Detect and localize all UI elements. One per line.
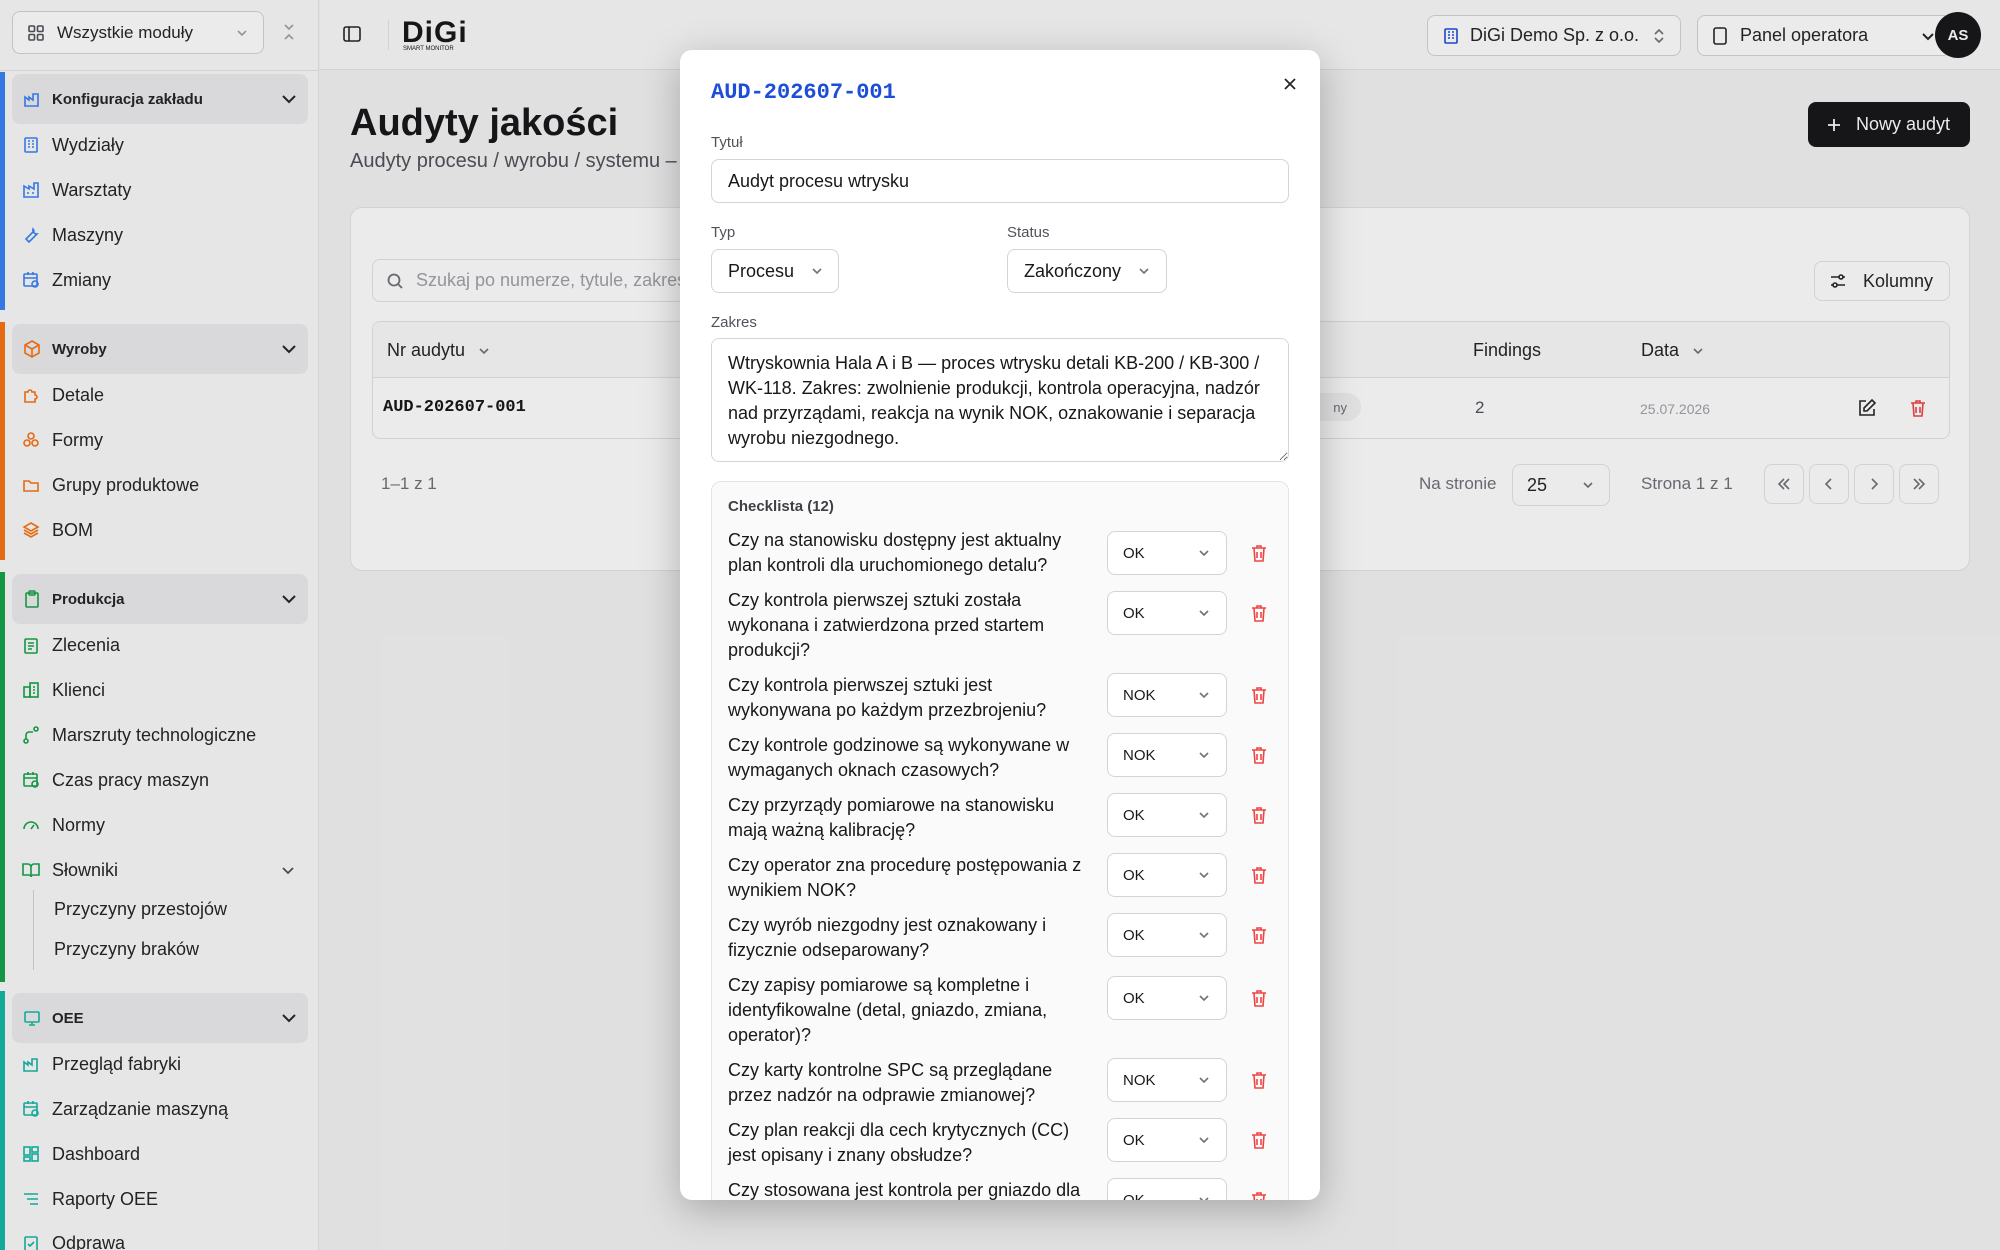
chevron-down-icon xyxy=(1197,546,1211,560)
trash-icon xyxy=(1250,1070,1268,1090)
result-value: NOK xyxy=(1123,686,1156,704)
result-value: NOK xyxy=(1123,746,1156,764)
checklist-panel: Checklista (12) Czy na stanowisku dostęp… xyxy=(711,481,1289,1200)
status-value: Zakończony xyxy=(1024,260,1122,281)
delete-item-button[interactable] xyxy=(1250,805,1268,825)
delete-item-button[interactable] xyxy=(1250,988,1268,1008)
delete-item-button[interactable] xyxy=(1250,685,1268,705)
modal-title: AUD-202607-001 xyxy=(711,80,896,105)
chevron-down-icon xyxy=(1197,688,1211,702)
checklist-question: Czy kontrola pierwszej sztuki jest wykon… xyxy=(728,675,1047,720)
trash-icon xyxy=(1250,865,1268,885)
scope-textarea[interactable]: Wtryskownia Hala A i B — proces wtrysku … xyxy=(711,338,1289,462)
checklist-question: Czy operator zna procedurę postępowania … xyxy=(728,855,1082,900)
audit-modal: AUD-202607-001 Tytuł Typ Procesu Status … xyxy=(680,50,1320,1200)
checklist-result-select[interactable]: NOK xyxy=(1107,733,1227,777)
checklist-result-select[interactable]: NOK xyxy=(1107,1058,1227,1102)
delete-item-button[interactable] xyxy=(1250,865,1268,885)
result-value: OK xyxy=(1123,1191,1145,1201)
trash-icon xyxy=(1250,745,1268,765)
status-select[interactable]: Zakończony xyxy=(1007,249,1167,293)
checklist-result-select[interactable]: OK xyxy=(1107,591,1227,635)
result-value: OK xyxy=(1123,926,1145,944)
trash-icon xyxy=(1250,1130,1268,1150)
title-label: Tytuł xyxy=(711,134,743,151)
delete-item-button[interactable] xyxy=(1250,1190,1268,1200)
trash-icon xyxy=(1250,603,1268,623)
trash-icon xyxy=(1250,925,1268,945)
checklist-question: Czy zapisy pomiarowe są kompletne i iden… xyxy=(728,975,1048,1045)
checklist-title: Checklista (12) xyxy=(728,498,834,515)
checklist-question: Czy kontrole godzinowe są wykonywane w w… xyxy=(728,735,1070,780)
checklist-result-select[interactable]: OK xyxy=(1107,793,1227,837)
chevron-down-icon xyxy=(1197,1073,1211,1087)
delete-item-button[interactable] xyxy=(1250,925,1268,945)
chevron-down-icon xyxy=(1137,264,1151,278)
delete-item-button[interactable] xyxy=(1250,543,1268,563)
checklist-result-select[interactable]: OK xyxy=(1107,1118,1227,1162)
checklist-result-select[interactable]: OK xyxy=(1107,913,1227,957)
result-value: OK xyxy=(1123,1131,1145,1149)
chevron-down-icon xyxy=(810,264,824,278)
checklist-result-select[interactable]: OK xyxy=(1107,1178,1227,1200)
scope-label: Zakres xyxy=(711,314,757,331)
chevron-down-icon xyxy=(1197,928,1211,942)
result-value: OK xyxy=(1123,604,1145,622)
checklist-question: Czy plan reakcji dla cech krytycznych (C… xyxy=(728,1120,1070,1165)
close-button[interactable] xyxy=(1278,72,1302,96)
chevron-down-icon xyxy=(1197,1133,1211,1147)
checklist-question: Czy kontrola pierwszej sztuki została wy… xyxy=(728,590,1045,660)
type-label: Typ xyxy=(711,224,736,241)
chevron-down-icon xyxy=(1197,748,1211,762)
chevron-down-icon xyxy=(1197,991,1211,1005)
chevron-down-icon xyxy=(1197,808,1211,822)
delete-item-button[interactable] xyxy=(1250,1070,1268,1090)
checklist-result-select[interactable]: OK xyxy=(1107,853,1227,897)
checklist-question: Czy na stanowisku dostępny jest aktualny… xyxy=(728,530,1062,575)
chevron-down-icon xyxy=(1197,606,1211,620)
chevron-down-icon xyxy=(1197,868,1211,882)
result-value: NOK xyxy=(1123,1071,1156,1089)
delete-item-button[interactable] xyxy=(1250,1130,1268,1150)
status-label: Status xyxy=(1007,224,1050,241)
delete-item-button[interactable] xyxy=(1250,745,1268,765)
result-value: OK xyxy=(1123,544,1145,562)
result-value: OK xyxy=(1123,866,1145,884)
type-select[interactable]: Procesu xyxy=(711,249,839,293)
close-icon xyxy=(1282,76,1298,92)
delete-item-button[interactable] xyxy=(1250,603,1268,623)
result-value: OK xyxy=(1123,989,1145,1007)
result-value: OK xyxy=(1123,806,1145,824)
checklist-question: Czy wyrób niezgodny jest oznakowany i fi… xyxy=(728,915,1047,960)
checklist-result-select[interactable]: NOK xyxy=(1107,673,1227,717)
trash-icon xyxy=(1250,805,1268,825)
trash-icon xyxy=(1250,1190,1268,1200)
trash-icon xyxy=(1250,543,1268,563)
checklist-question: Czy stosowana jest kontrola per gniazdo … xyxy=(728,1180,1081,1200)
checklist-result-select[interactable]: OK xyxy=(1107,976,1227,1020)
trash-icon xyxy=(1250,685,1268,705)
trash-icon xyxy=(1250,988,1268,1008)
title-input[interactable] xyxy=(711,159,1289,203)
checklist-result-select[interactable]: OK xyxy=(1107,531,1227,575)
chevron-down-icon xyxy=(1197,1193,1211,1200)
checklist-question: Czy karty kontrolne SPC są przeglądane p… xyxy=(728,1060,1053,1105)
checklist-question: Czy przyrządy pomiarowe na stanowisku ma… xyxy=(728,795,1055,840)
type-value: Procesu xyxy=(728,260,795,281)
